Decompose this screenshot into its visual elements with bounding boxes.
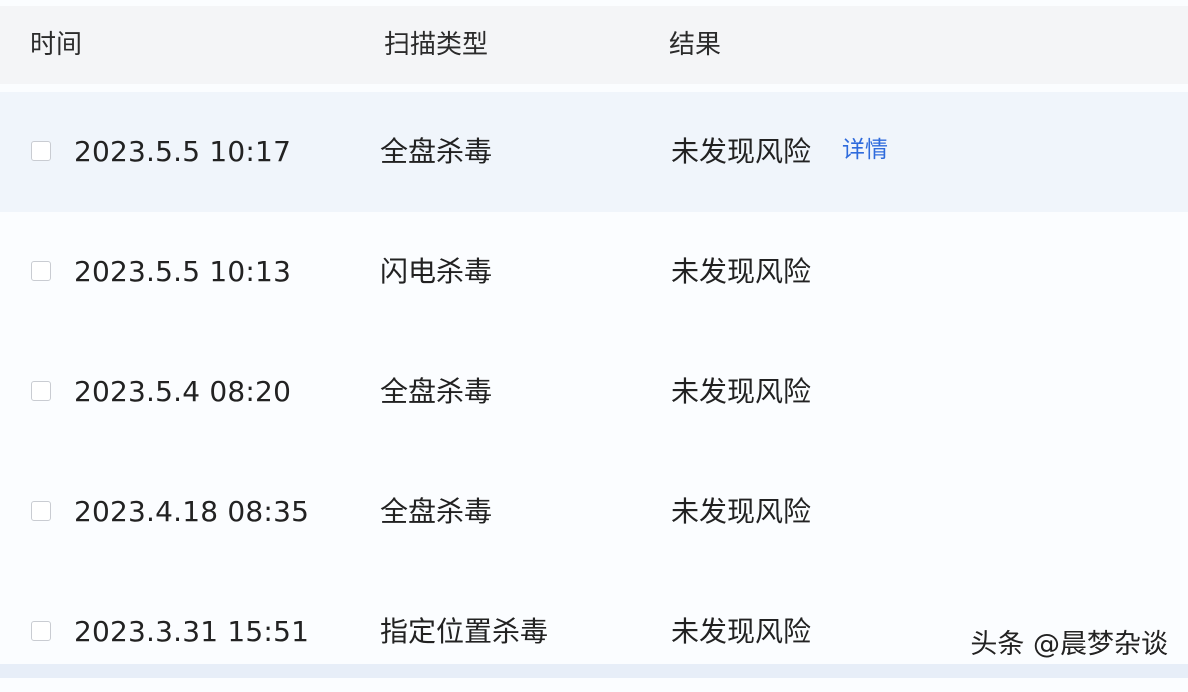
row-checkbox[interactable]	[31, 381, 51, 401]
watermark: 头条 @晨梦杂谈	[970, 629, 1168, 660]
row-time: 2023.5.4 08:20	[74, 375, 292, 408]
row-result: 未发现风险	[671, 255, 812, 288]
row-checkbox[interactable]	[31, 501, 51, 521]
table-row[interactable]: 2023.4.18 08:35 全盘杀毒 未发现风险	[0, 452, 1188, 572]
header-result: 结果	[669, 30, 722, 60]
table-row[interactable]: 2023.5.5 10:13 闪电杀毒 未发现风险	[0, 212, 1188, 332]
table-bottom-strip	[0, 664, 1188, 678]
table-row[interactable]: 2023.5.5 10:17 全盘杀毒 未发现风险 详情	[0, 92, 1188, 212]
row-time: 2023.3.31 15:51	[74, 615, 310, 648]
detail-link[interactable]: 详情	[842, 135, 888, 165]
row-result: 未发现风险	[671, 495, 812, 528]
row-result: 未发现风险	[671, 375, 812, 408]
row-checkbox[interactable]	[31, 621, 51, 641]
row-scan-type: 全盘杀毒	[380, 375, 493, 408]
row-scan-type: 全盘杀毒	[380, 135, 493, 168]
scan-history-table: 时间 扫描类型 结果 2023.5.5 10:17 全盘杀毒 未发现风险 详情 …	[0, 0, 1188, 692]
table-header: 时间 扫描类型 结果	[0, 6, 1188, 84]
header-scan-type: 扫描类型	[384, 30, 489, 60]
row-scan-type: 全盘杀毒	[380, 495, 493, 528]
row-result: 未发现风险	[671, 615, 812, 648]
row-checkbox[interactable]	[31, 261, 51, 281]
row-time: 2023.5.5 10:17	[74, 135, 292, 168]
table-row[interactable]: 2023.5.4 08:20 全盘杀毒 未发现风险	[0, 332, 1188, 452]
row-checkbox[interactable]	[31, 141, 51, 161]
row-time: 2023.5.5 10:13	[74, 255, 292, 288]
row-scan-type: 闪电杀毒	[380, 255, 493, 288]
row-time: 2023.4.18 08:35	[74, 495, 310, 528]
header-time: 时间	[30, 30, 83, 60]
row-scan-type: 指定位置杀毒	[380, 615, 549, 648]
row-result: 未发现风险	[671, 135, 812, 168]
